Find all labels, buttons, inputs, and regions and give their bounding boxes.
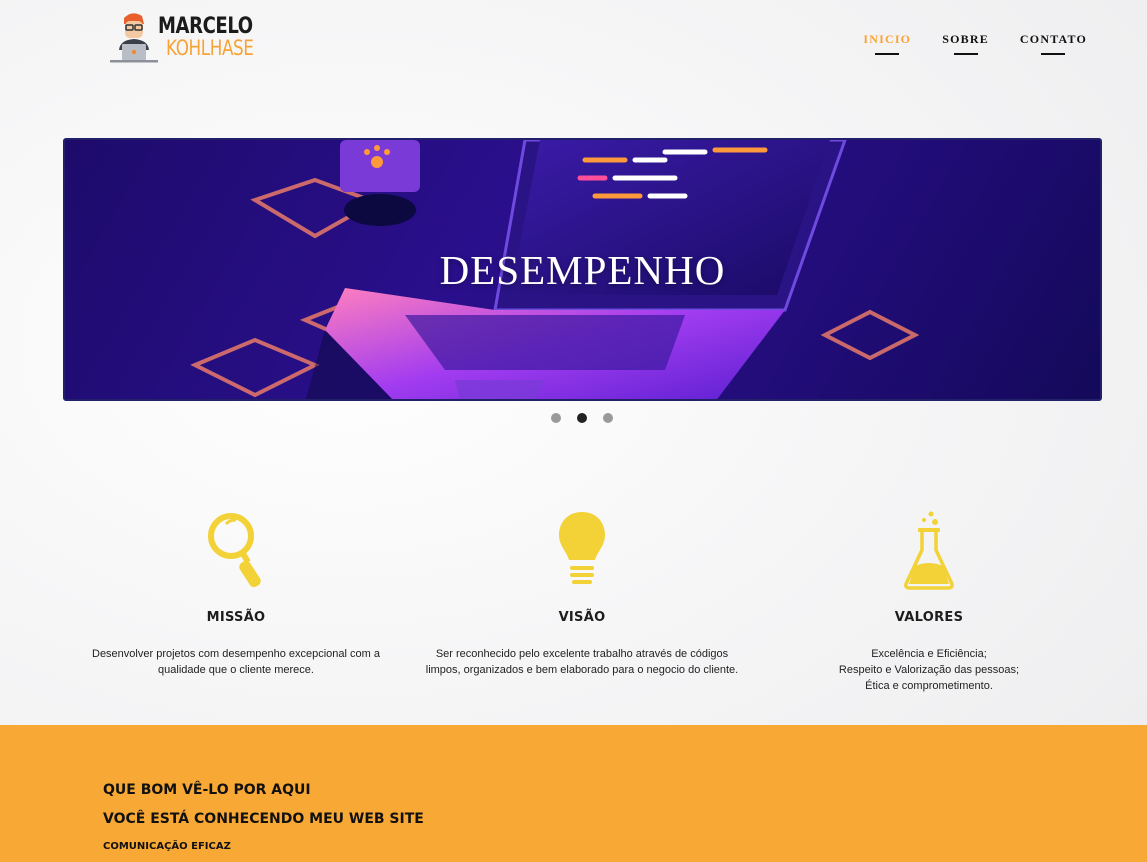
developer-avatar-icon — [110, 13, 158, 63]
feature-visao: VISÃO Ser reconhecido pelo excelente tra… — [417, 510, 747, 678]
feature-text: Excelência e Eficiência; Respeito e Valo… — [838, 648, 1020, 692]
slider-dot-1[interactable] — [551, 413, 561, 423]
lightbulb-icon — [559, 512, 605, 584]
main-nav: INICIO SOBRE CONTATO — [863, 32, 1087, 55]
welcome-tagline: COMUNICAÇÃO EFICAZ — [103, 841, 231, 852]
nav-sobre[interactable]: SOBRE — [942, 32, 989, 55]
magnifier-icon — [208, 513, 261, 588]
feature-text: Ser reconhecido pelo excelente trabalho … — [425, 648, 739, 676]
welcome-heading: QUE BOM VÊ-LO POR AQUI — [103, 782, 311, 798]
flask-icon — [904, 511, 954, 590]
slider-dots — [551, 413, 613, 423]
nav-inicio[interactable]: INICIO — [863, 32, 911, 55]
welcome-subheading: VOCÊ ESTÁ CONHECENDO MEU WEB SITE — [103, 811, 424, 827]
slider-dot-2[interactable] — [577, 413, 587, 423]
feature-title: MISSÃO — [206, 610, 266, 625]
feature-text: Desenvolver projetos com desempenho exce… — [92, 648, 380, 676]
feature-title: VALORES — [894, 610, 964, 625]
welcome-band: QUE BOM VÊ-LO POR AQUI VOCÊ ESTÁ CONHECE… — [0, 725, 1147, 862]
nav-contato[interactable]: CONTATO — [1020, 32, 1087, 55]
site-logo[interactable]: MARCELO KOHLHASE — [110, 12, 260, 64]
feature-missao: MISSÃO Desenvolver projetos com desempen… — [71, 510, 401, 678]
hero-slider[interactable]: DESEMPENHO — [63, 138, 1102, 401]
slide-title: DESEMPENHO — [439, 247, 726, 293]
feature-valores: VALORES Excelência e Eficiência; Respeit… — [764, 510, 1094, 694]
slider-dot-3[interactable] — [603, 413, 613, 423]
feature-title: VISÃO — [558, 610, 606, 625]
logo-surname: KOHLHASE — [166, 36, 254, 60]
